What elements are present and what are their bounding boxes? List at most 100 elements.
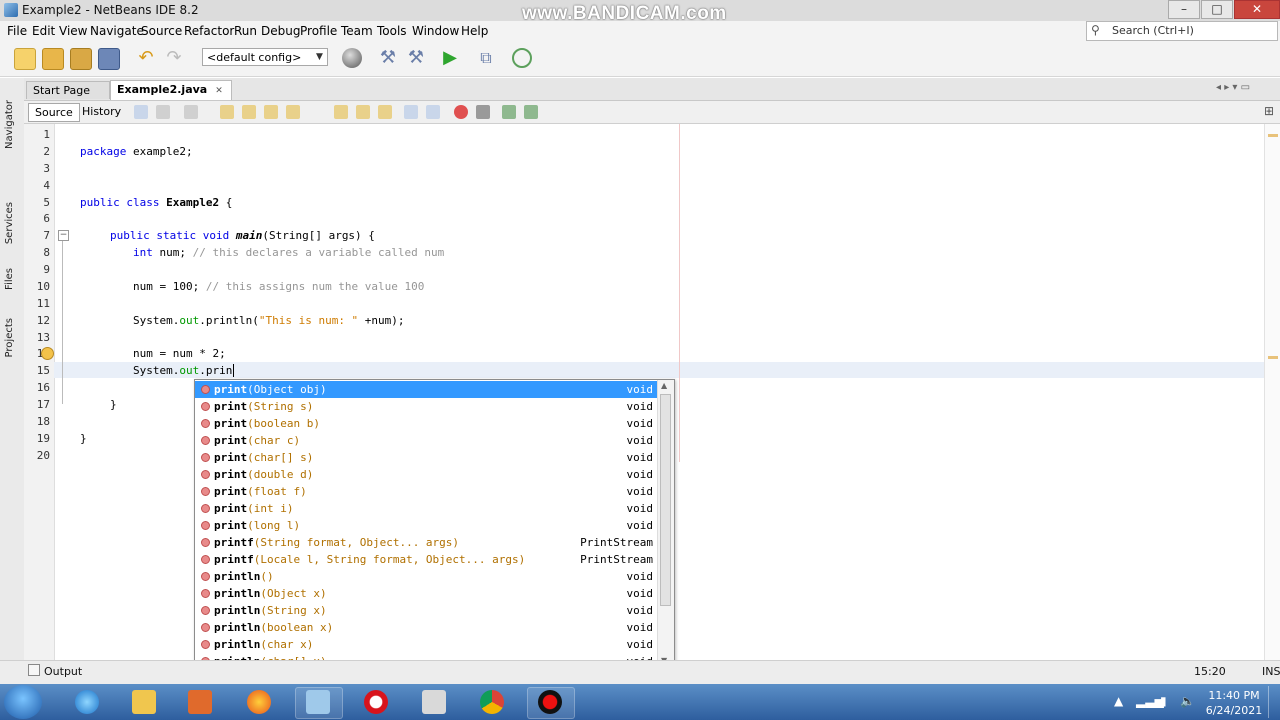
code-line[interactable]: public static void main(String[] args) { [110,229,375,242]
code-line[interactable]: public class Example2 { [80,196,232,209]
completion-item[interactable]: println(char x) void [195,636,657,653]
system-clock[interactable]: 11:40 PM 6/24/2021 [1204,688,1264,718]
close-button[interactable]: ✕ [1234,0,1280,19]
completion-item[interactable]: printf(String format, Object... args) Pri… [195,534,657,551]
uncomment-icon[interactable] [524,105,538,119]
file-explorer-icon[interactable] [132,690,156,714]
back-icon[interactable] [156,105,170,119]
toggle-highlight-icon[interactable] [286,105,300,119]
find-next-icon[interactable] [264,105,278,119]
next-bookmark-icon[interactable] [356,105,370,119]
code-line[interactable]: num = num * 2; [133,347,226,360]
tab-scroll-arrows-icon[interactable]: ◂ ▸ ▾ ▭ [1216,82,1250,93]
hint-lightbulb-icon[interactable] [41,347,54,360]
open-project-icon[interactable] [70,48,92,70]
new-file-icon[interactable] [14,48,36,70]
completion-item[interactable]: print(int i) void [195,500,657,517]
save-all-icon[interactable] [98,48,120,70]
globe-icon[interactable] [342,48,362,68]
code-line[interactable]: package example2; [80,145,193,158]
menu-profile[interactable]: Profile [300,24,337,38]
code-line[interactable]: System.out.prin [133,364,235,377]
tab-start-page[interactable]: Start Page [26,81,110,99]
completion-item[interactable]: print(char[] s) void [195,449,657,466]
menu-tools[interactable]: Tools [377,24,407,38]
undo-icon[interactable]: ↶ [136,48,156,68]
completion-item[interactable]: printf(Locale l, String format, Object..… [195,551,657,568]
split-window-icon[interactable]: ⊞ [1264,104,1274,118]
find-icon[interactable] [220,105,234,119]
menu-refactor[interactable]: Refactor [184,24,234,38]
show-hidden-icons-icon[interactable]: ▲ [1114,694,1123,708]
menu-help[interactable]: Help [461,24,488,38]
close-icon[interactable]: ✕ [215,86,223,96]
completion-item[interactable]: print(double d) void [195,466,657,483]
code-line[interactable]: System.out.println("This is num: " +num)… [133,314,405,327]
completion-item[interactable]: print(Object obj) void [195,381,657,398]
scroll-up-icon[interactable]: ▲ [661,381,667,390]
projects-tab[interactable]: Projects [4,318,15,357]
completion-item[interactable]: print(String s) void [195,398,657,415]
emblem-app-icon[interactable] [422,690,446,714]
firefox-icon[interactable] [247,690,271,714]
stop-macro-icon[interactable] [476,105,490,119]
source-button[interactable]: Source [28,103,80,122]
clean-build-icon[interactable]: ⚒ [406,48,426,68]
maximize-button[interactable]: □ [1201,0,1233,19]
code-line[interactable]: int num; // this declares a variable cal… [133,246,444,259]
shift-right-icon[interactable] [426,105,440,119]
completion-item[interactable]: println(String x) void [195,602,657,619]
menu-view[interactable]: View [59,24,87,38]
menu-source[interactable]: Source [141,24,182,38]
code-line[interactable]: num = 100; // this assigns num the value… [133,280,424,293]
start-button-icon[interactable] [4,685,42,719]
completion-item[interactable]: print(char c) void [195,432,657,449]
minimize-button[interactable]: – [1168,0,1200,19]
completion-item[interactable]: println(Object x) void [195,585,657,602]
completion-item[interactable]: print(boolean b) void [195,415,657,432]
tab-example2-java[interactable]: Example2.java ✕ [110,80,232,100]
menu-window[interactable]: Window [412,24,459,38]
completion-item[interactable]: println(boolean x) void [195,619,657,636]
config-select[interactable]: <default config> [202,48,328,66]
menu-edit[interactable]: Edit [32,24,55,38]
code-line[interactable]: } [110,398,117,411]
code-line[interactable]: } [80,432,87,445]
output-tab[interactable]: Output [44,665,82,678]
opera-icon[interactable] [364,690,388,714]
menu-file[interactable]: File [7,24,27,38]
comment-icon[interactable] [502,105,516,119]
redo-icon[interactable]: ↷ [164,48,184,68]
code-completion-popup[interactable]: print(Object obj) void print(String s) voi… [194,379,675,668]
history-button[interactable]: History [76,103,127,120]
files-tab[interactable]: Files [4,268,15,290]
build-hammer-icon[interactable]: ⚒ [378,48,398,68]
shift-left-icon[interactable] [404,105,418,119]
debug-icon[interactable]: ⧉ [476,48,496,68]
navigator-tab[interactable]: Navigator [4,100,15,149]
chrome-icon[interactable] [480,690,504,714]
services-tab[interactable]: Services [4,202,15,244]
profile-icon[interactable] [512,48,532,68]
menu-run[interactable]: Run [234,24,257,38]
new-project-icon[interactable] [42,48,64,70]
completion-item[interactable]: print(long l) void [195,517,657,534]
completion-item[interactable]: println() void [195,568,657,585]
internet-explorer-icon[interactable] [75,690,99,714]
power-icon[interactable]: ▮ [1160,694,1167,708]
find-previous-icon[interactable] [242,105,256,119]
start-macro-icon[interactable] [454,105,468,119]
show-desktop-button[interactable] [1268,686,1279,718]
run-icon[interactable]: ▶ [440,48,460,68]
last-edit-icon[interactable] [134,105,148,119]
previous-bookmark-icon[interactable] [334,105,348,119]
forward-icon[interactable] [184,105,198,119]
menu-team[interactable]: Team [341,24,373,38]
volume-icon[interactable]: 🔈 [1180,694,1195,708]
toggle-bookmark-icon[interactable] [378,105,392,119]
menu-navigate[interactable]: Navigate [90,24,144,38]
menu-debug[interactable]: Debug [261,24,300,38]
completion-item[interactable]: print(float f) void [195,483,657,500]
fold-toggle-icon[interactable]: − [58,230,69,241]
scrollbar-thumb[interactable] [660,394,671,606]
